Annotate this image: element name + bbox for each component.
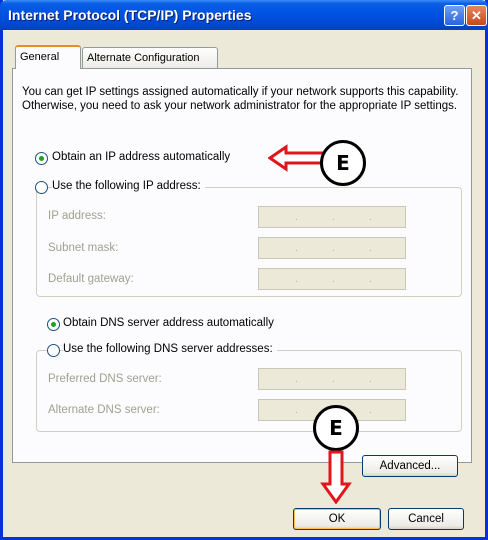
ip-manual-label[interactable]: Use the following IP address: bbox=[52, 180, 205, 192]
ip-manual-radio[interactable] bbox=[35, 181, 48, 194]
cancel-button[interactable]: Cancel bbox=[388, 508, 464, 530]
intro-text: You can get IP settings assigned automat… bbox=[22, 86, 459, 112]
advanced-button[interactable]: Advanced... bbox=[362, 455, 458, 477]
default-gateway-label: Default gateway: bbox=[48, 273, 134, 285]
preferred-dns-field: ... bbox=[258, 368, 406, 390]
annotation-arrow-down-icon bbox=[320, 450, 352, 504]
alternate-dns-label: Alternate DNS server: bbox=[48, 404, 160, 416]
help-button[interactable]: ? bbox=[444, 5, 465, 26]
ok-button[interactable]: OK bbox=[293, 508, 381, 530]
subnet-mask-label: Subnet mask: bbox=[48, 242, 119, 254]
tab-alternate-configuration[interactable]: Alternate Configuration bbox=[82, 47, 218, 69]
subnet-mask-field: ... bbox=[258, 237, 406, 259]
ip-auto-radio[interactable] bbox=[35, 152, 48, 165]
close-button[interactable]: ✕ bbox=[466, 5, 487, 26]
annotation-e-bottom: E bbox=[313, 405, 359, 451]
dns-auto-radio[interactable] bbox=[47, 318, 60, 331]
annotation-arrow-left-icon bbox=[268, 144, 326, 172]
dns-manual-label[interactable]: Use the following DNS server addresses: bbox=[63, 343, 277, 355]
preferred-dns-label: Preferred DNS server: bbox=[48, 373, 162, 385]
annotation-e-top: E bbox=[320, 140, 366, 186]
ip-address-label: IP address: bbox=[48, 210, 106, 222]
dns-auto-label[interactable]: Obtain DNS server address automatically bbox=[63, 317, 274, 329]
title-bar[interactable]: Internet Protocol (TCP/IP) Properties ? … bbox=[0, 0, 488, 30]
ip-address-field: ... bbox=[258, 206, 406, 228]
tab-general[interactable]: General bbox=[15, 45, 81, 69]
ip-auto-label[interactable]: Obtain an IP address automatically bbox=[52, 151, 230, 163]
window-title: Internet Protocol (TCP/IP) Properties bbox=[8, 7, 252, 23]
dns-manual-radio[interactable] bbox=[47, 344, 60, 357]
default-gateway-field: ... bbox=[258, 268, 406, 290]
